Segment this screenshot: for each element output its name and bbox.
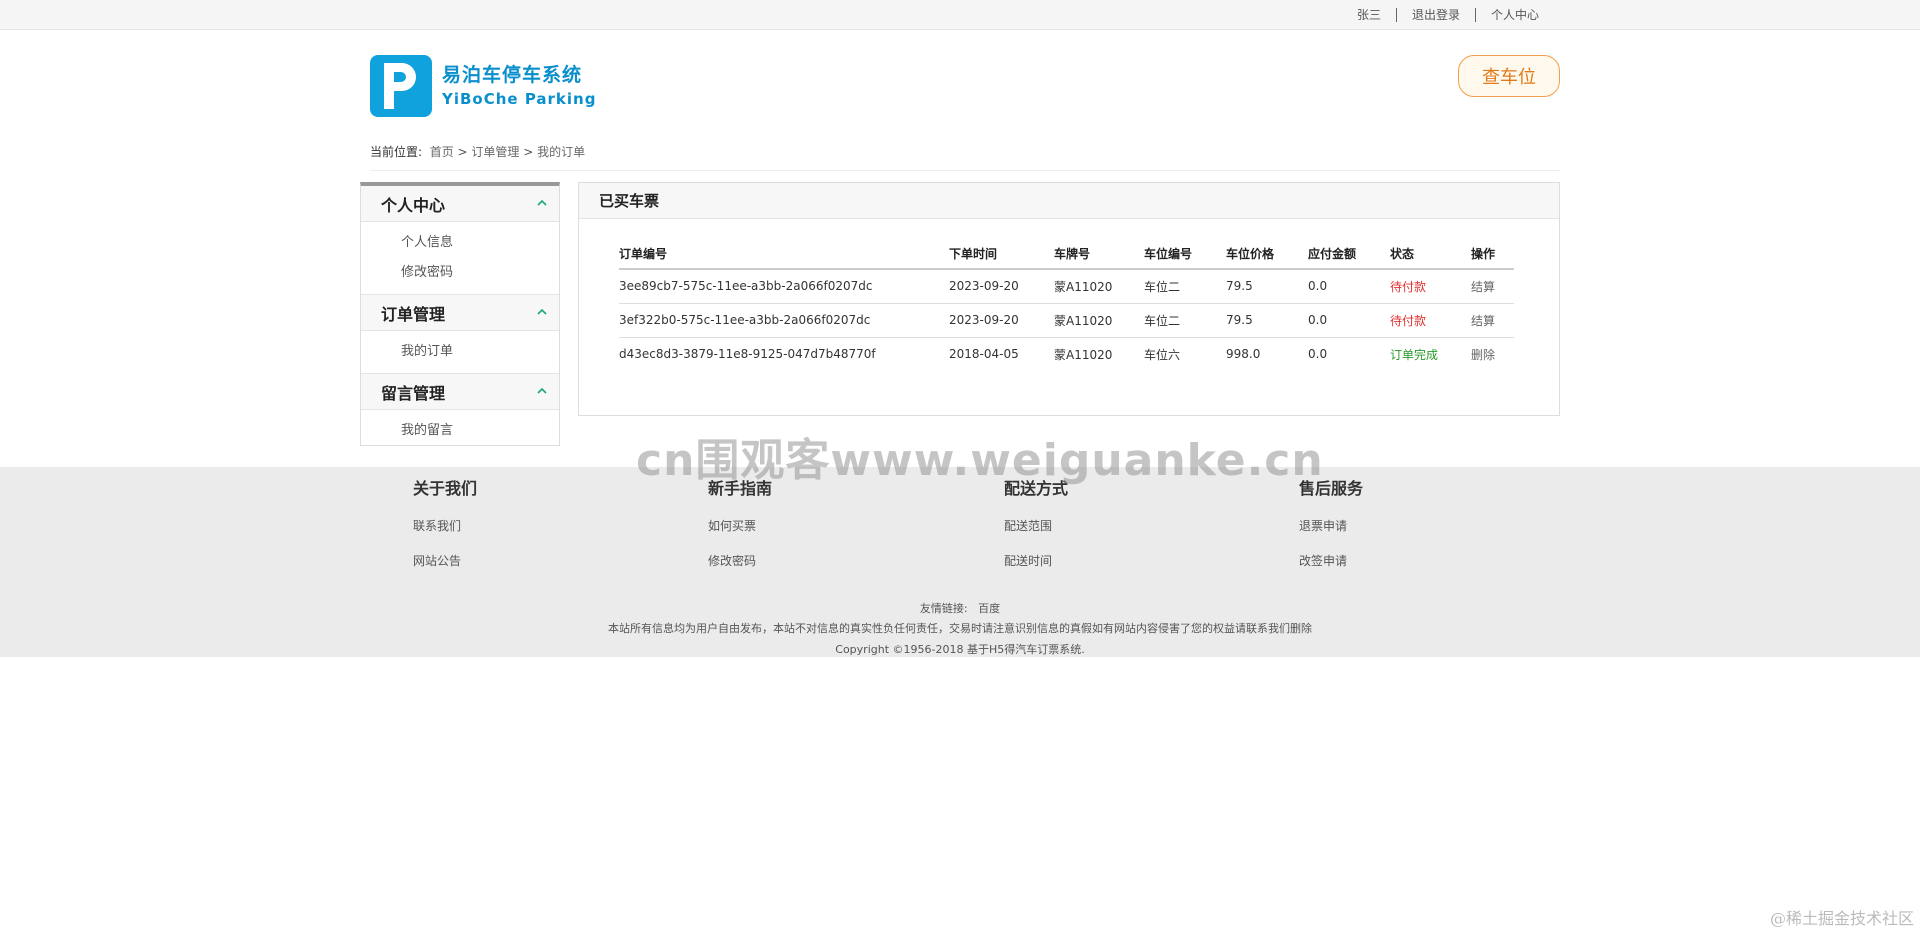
- checkout-link[interactable]: 结算: [1471, 303, 1514, 338]
- col-spot-price: 车位价格: [1226, 239, 1308, 270]
- footer-col-about: 关于我们 联系我们 网站公告: [413, 475, 477, 579]
- top-links: 张三 退出登录 个人中心: [1342, 0, 1554, 30]
- watermark: cn围观客www.weiguanke.cn: [636, 435, 1324, 486]
- status-badge: 待付款: [1390, 269, 1471, 304]
- col-plate: 车牌号: [1054, 239, 1144, 270]
- header: 易泊车停车系统 YiBoChe Parking 查车位 当前位置: 首页 > 订…: [360, 30, 1560, 180]
- status-badge: 待付款: [1390, 303, 1471, 338]
- sidebar-item-change-password[interactable]: 修改密码: [401, 258, 559, 288]
- brand-name-en: YiBoChe Parking: [442, 90, 597, 108]
- footer-col-aftersales: 售后服务 退票申请 改签申请: [1299, 475, 1363, 579]
- footer-link-reschedule[interactable]: 改签申请: [1299, 544, 1363, 579]
- table-header-row: 订单编号 下单时间 车牌号 车位编号 车位价格 应付金额 状态 操作: [619, 239, 1514, 270]
- order-id: 3ee89cb7-575c-11ee-a3bb-2a066f0207dc: [619, 269, 949, 304]
- breadcrumb-label: 当前位置:: [370, 145, 423, 159]
- sidebar-section-title: 个人中心: [381, 195, 446, 215]
- col-order-time: 下单时间: [949, 239, 1054, 270]
- top-bar: 张三 退出登录 个人中心: [0, 0, 1920, 30]
- footer-link-delivery-range[interactable]: 配送范围: [1004, 509, 1068, 544]
- user-name-link[interactable]: 张三: [1342, 8, 1396, 22]
- breadcrumb-orders[interactable]: 订单管理: [471, 145, 519, 159]
- footer-col-delivery: 配送方式 配送范围 配送时间: [1004, 475, 1068, 579]
- spot-number: 车位六: [1144, 347, 1181, 362]
- sidebar-item-my-orders[interactable]: 我的订单: [401, 337, 559, 367]
- sidebar-section-orders[interactable]: 订单管理: [361, 295, 559, 331]
- sidebar-section-title: 留言管理: [381, 383, 446, 403]
- footer-link-contact[interactable]: 联系我们: [413, 509, 477, 544]
- chevron-up-icon[interactable]: [537, 386, 547, 396]
- footer-link-change-password[interactable]: 修改密码: [708, 544, 772, 579]
- sidebar-section-messages[interactable]: 留言管理: [361, 374, 559, 410]
- spot-price: 79.5: [1226, 269, 1308, 304]
- amount-due: 0.0: [1308, 347, 1328, 362]
- orders-panel: 已买车票 订单编号 下单时间 车牌号 车位编号 车位价格 应付金额 状态 操作 …: [578, 182, 1560, 416]
- spot-price: 998.0: [1226, 347, 1261, 362]
- sidebar-submenu: 我的订单: [361, 331, 559, 374]
- col-amount-due: 应付金额: [1308, 239, 1390, 270]
- sidebar: 个人中心 个人信息 修改密码 订单管理 我的订单 留言管理 我的留言: [360, 182, 560, 446]
- delete-link[interactable]: 删除: [1471, 337, 1514, 371]
- footer-link-how-to-buy[interactable]: 如何买票: [708, 509, 772, 544]
- col-spot-no: 车位编号: [1144, 239, 1226, 270]
- sidebar-item-profile-info[interactable]: 个人信息: [401, 228, 559, 258]
- sidebar-submenu: 我的留言: [361, 410, 559, 452]
- sidebar-section-title: 订单管理: [381, 304, 446, 324]
- plate-number: 蒙A11020: [1054, 347, 1113, 362]
- orders-table: 订单编号 下单时间 车牌号 车位编号 车位价格 应付金额 状态 操作 3ee89…: [619, 239, 1514, 371]
- table-row: 3ef322b0-575c-11ee-a3bb-2a066f0207dc 202…: [619, 303, 1514, 338]
- plate-number: 蒙A11020: [1054, 303, 1144, 338]
- footer-disclaimer: 本站所有信息均为用户自由发布，本站不对信息的真实性负任何责任，交易时请注意识别信…: [608, 622, 1312, 635]
- brand-name-cn: 易泊车停车系统: [442, 64, 583, 86]
- plate-number: 蒙A11020: [1054, 269, 1144, 304]
- checkout-link[interactable]: 结算: [1471, 269, 1514, 304]
- footer-col-guide: 新手指南 如何买票 修改密码: [708, 475, 772, 579]
- sidebar-item-my-messages[interactable]: 我的留言: [401, 416, 559, 446]
- breadcrumb: 当前位置: 首页 > 订单管理 > 我的订单: [370, 143, 585, 160]
- order-time: 2023-09-20: [949, 269, 1054, 304]
- spot-number: 车位二: [1144, 269, 1226, 304]
- order-time: 2023-09-20: [949, 303, 1054, 338]
- chevron-up-icon[interactable]: [537, 307, 547, 317]
- amount-due: 0.0: [1308, 269, 1390, 304]
- breadcrumb-my-orders[interactable]: 我的订单: [537, 145, 585, 159]
- col-status: 状态: [1390, 239, 1471, 270]
- search-parking-button[interactable]: 查车位: [1458, 55, 1560, 97]
- footer: 关于我们 联系我们 网站公告 新手指南 如何买票 修改密码 配送方式 配送范围 …: [0, 467, 1920, 657]
- footer-copyright: Copyright ©1956-2018 基于H5得汽车订票系统.: [835, 643, 1085, 656]
- friend-links: 友情链接: 百度: [0, 600, 1920, 616]
- col-order-id: 订单编号: [619, 239, 949, 270]
- sidebar-submenu: 个人信息 修改密码: [361, 222, 559, 295]
- footer-col-title: 关于我们: [413, 479, 478, 498]
- friend-link-baidu[interactable]: 百度: [978, 602, 1000, 615]
- logo-text: 易泊车停车系统 YiBoChe Parking: [442, 62, 596, 110]
- panel-title: 已买车票: [599, 192, 660, 210]
- chevron-up-icon[interactable]: [537, 198, 547, 208]
- sidebar-section-personal[interactable]: 个人中心: [361, 186, 559, 222]
- panel-header: 已买车票: [579, 183, 1559, 219]
- table-row: d43ec8d3-3879-11e8-9125-047d7b48770f 201…: [619, 337, 1514, 371]
- breadcrumb-home[interactable]: 首页: [430, 145, 454, 159]
- breadcrumb-sep: >: [457, 145, 468, 159]
- credit-watermark: @稀土掘金技术社区: [1769, 909, 1914, 928]
- order-id: 3ef322b0-575c-11ee-a3bb-2a066f0207dc: [619, 303, 949, 338]
- footer-link-notice[interactable]: 网站公告: [413, 544, 477, 579]
- spot-price: 79.5: [1226, 303, 1308, 338]
- profile-link[interactable]: 个人中心: [1476, 8, 1554, 22]
- footer-link-delivery-time[interactable]: 配送时间: [1004, 544, 1068, 579]
- logo[interactable]: 易泊车停车系统 YiBoChe Parking: [370, 55, 596, 117]
- friend-links-label: 友情链接:: [919, 602, 968, 615]
- table-row: 3ee89cb7-575c-11ee-a3bb-2a066f0207dc 202…: [619, 269, 1514, 304]
- order-id: d43ec8d3-3879-11e8-9125-047d7b48770f: [619, 347, 876, 362]
- footer-link-refund[interactable]: 退票申请: [1299, 509, 1363, 544]
- parking-p-icon: [370, 55, 432, 117]
- amount-due: 0.0: [1308, 303, 1390, 338]
- status-badge: 订单完成: [1390, 347, 1439, 362]
- order-time: 2018-04-05: [949, 347, 1019, 362]
- breadcrumb-sep: >: [523, 145, 534, 159]
- spot-number: 车位二: [1144, 303, 1226, 338]
- header-divider: [370, 170, 1560, 171]
- col-action: 操作: [1471, 239, 1514, 270]
- logout-link[interactable]: 退出登录: [1397, 8, 1475, 22]
